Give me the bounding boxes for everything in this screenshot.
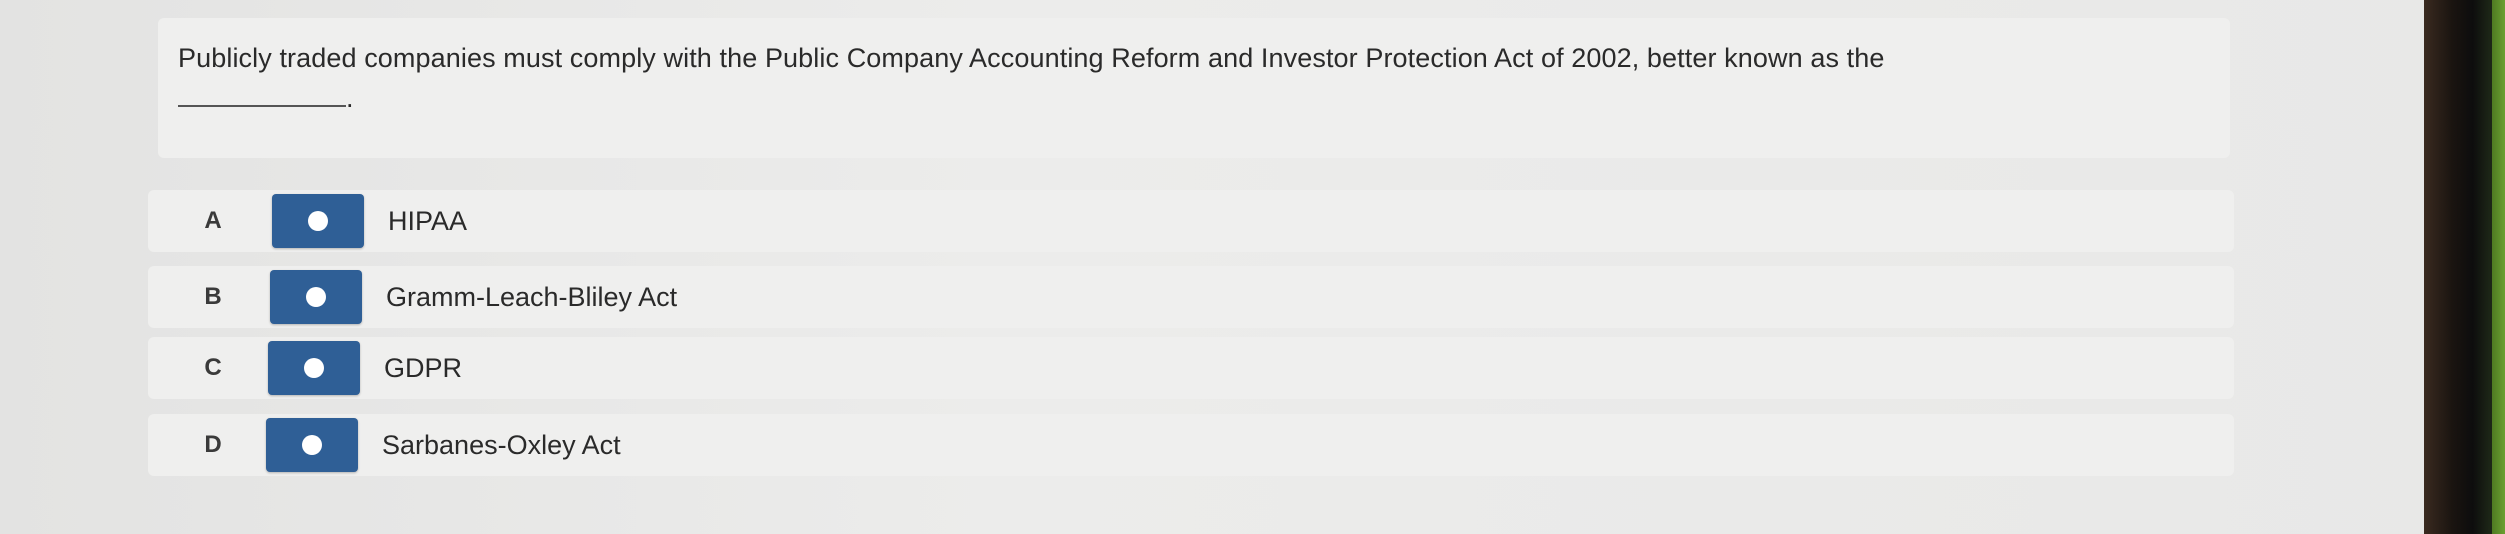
radio-dot-icon: [304, 358, 324, 378]
option-letter: B: [204, 283, 222, 310]
option-a-radio-button[interactable]: [272, 194, 364, 248]
quiz-screen: Publicly traded companies must comply wi…: [0, 0, 2505, 534]
radio-dot-icon: [302, 435, 322, 455]
option-row-a[interactable]: A HIPAA: [148, 190, 2234, 252]
answer-blank: [178, 79, 346, 107]
question-card: Publicly traded companies must comply wi…: [158, 18, 2230, 158]
question-text: Publicly traded companies must comply wi…: [178, 43, 1885, 73]
option-row-c[interactable]: C GDPR: [148, 337, 2234, 399]
option-label: GDPR: [384, 353, 463, 383]
question-prompt: Publicly traded companies must comply wi…: [178, 38, 2158, 118]
monitor-edge: [2492, 0, 2505, 534]
option-letter: A: [204, 207, 222, 234]
question-trailing: .: [346, 83, 354, 113]
option-row-b[interactable]: B Gramm-Leach-Bliley Act: [148, 266, 2234, 328]
option-row-d[interactable]: D Sarbanes-Oxley Act: [148, 414, 2234, 476]
option-b-radio-button[interactable]: [270, 270, 362, 324]
option-letter: C: [204, 354, 222, 381]
option-c-radio-button[interactable]: [268, 341, 360, 395]
option-d-radio-button[interactable]: [266, 418, 358, 472]
option-label: Sarbanes-Oxley Act: [382, 430, 621, 460]
option-letter: D: [204, 431, 222, 458]
radio-dot-icon: [306, 287, 326, 307]
radio-dot-icon: [308, 211, 328, 231]
option-label: Gramm-Leach-Bliley Act: [386, 282, 678, 312]
option-label: HIPAA: [388, 206, 468, 236]
